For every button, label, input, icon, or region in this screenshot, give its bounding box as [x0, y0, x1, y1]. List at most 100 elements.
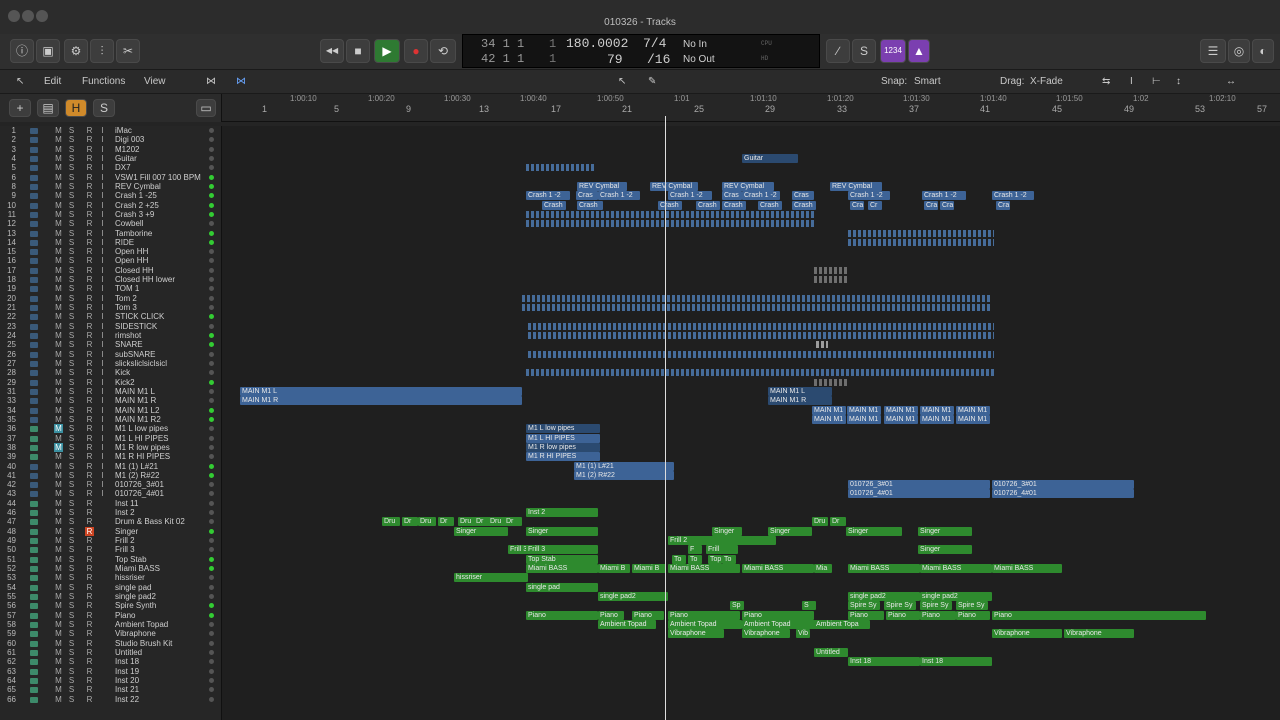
back-arrow-icon[interactable]: ↖ — [16, 76, 24, 87]
track-row[interactable]: 62 M S R Inst 18 — [0, 657, 222, 666]
track-row[interactable]: 3 M S R I M1202 — [0, 145, 222, 154]
track-s-button[interactable]: S — [67, 601, 76, 610]
track-row[interactable]: 22 M S R I STICK CLICK — [0, 312, 222, 321]
track-r-button[interactable]: R — [85, 191, 94, 200]
track-row[interactable]: 31 M S R I MAIN M1 L — [0, 387, 222, 396]
track-m-button[interactable]: M — [54, 331, 63, 340]
track-row[interactable]: 18 M S R I Closed HH lower — [0, 275, 222, 284]
track-row[interactable]: 1 M S R IiMac — [0, 126, 222, 135]
track-r-button[interactable]: R — [85, 229, 94, 238]
track-r-button[interactable]: R — [85, 592, 94, 601]
lcd-display[interactable]: 34 1 1 1 42 1 1 1 180.0002 79 7/4 /16 No… — [462, 34, 820, 68]
track-m-button[interactable]: M — [54, 378, 63, 387]
track-row[interactable]: 5 M S R I DX7 — [0, 163, 222, 172]
region[interactable]: To — [672, 554, 686, 564]
track-m-button[interactable]: M — [54, 312, 63, 321]
midi-notes-strip[interactable] — [526, 369, 996, 377]
region[interactable]: REV Cymbal — [722, 181, 774, 191]
track-r-button[interactable]: R — [85, 173, 94, 182]
midi-notes-strip[interactable] — [528, 322, 994, 330]
region[interactable]: M1 (1) L#21 — [574, 461, 674, 471]
track-s-button[interactable]: S — [67, 331, 76, 340]
region[interactable]: Top — [708, 554, 722, 564]
track-s-button[interactable]: S — [67, 284, 76, 293]
track-row[interactable]: 58 M S R Ambient Topad — [0, 620, 222, 629]
track-i-button[interactable]: I — [98, 173, 107, 182]
track-m-button[interactable]: M — [54, 340, 63, 349]
track-s-button[interactable]: S — [67, 555, 76, 564]
track-m-button[interactable]: M — [54, 639, 63, 648]
track-r-button[interactable]: R — [85, 620, 94, 629]
track-r-button[interactable]: R — [85, 294, 94, 303]
track-r-button[interactable]: R — [85, 126, 94, 135]
track-s-button[interactable]: S — [67, 657, 76, 666]
track-i-button[interactable]: I — [98, 126, 107, 135]
track-m-button[interactable]: M — [54, 601, 63, 610]
midi-notes-strip[interactable] — [526, 164, 596, 172]
region[interactable]: Piano — [886, 610, 920, 620]
track-m-button[interactable]: M — [54, 256, 63, 265]
region[interactable]: MAIN M1 — [812, 405, 846, 415]
track-i-button[interactable]: I — [98, 182, 107, 191]
region[interactable]: Crash 1 -2 — [922, 191, 966, 201]
region[interactable]: Crash 1 -2 — [668, 191, 712, 201]
track-r-button[interactable]: R — [85, 340, 94, 349]
track-s-button[interactable]: S — [67, 676, 76, 685]
region[interactable]: Inst 18 — [920, 657, 992, 667]
track-i-button[interactable]: I — [98, 378, 107, 387]
track-s-button[interactable]: S — [67, 256, 76, 265]
track-m-button[interactable]: M — [54, 657, 63, 666]
track-s-button[interactable]: S — [67, 368, 76, 377]
region[interactable]: Miami BASS — [742, 564, 814, 574]
region[interactable]: hissriser — [454, 573, 528, 583]
track-r-button[interactable]: R — [85, 508, 94, 517]
track-i-button[interactable]: I — [98, 489, 107, 498]
track-s-button[interactable]: S — [67, 145, 76, 154]
track-m-button[interactable]: M — [54, 499, 63, 508]
track-s-button[interactable]: S — [67, 620, 76, 629]
track-s-button[interactable]: S — [67, 667, 76, 676]
region[interactable]: REV Cymbal — [577, 181, 627, 191]
region[interactable]: MAIN M1 L — [768, 386, 832, 396]
region[interactable]: MAIN M1 — [884, 405, 918, 415]
midi-notes-strip[interactable] — [814, 378, 848, 386]
region[interactable]: Sp — [730, 601, 744, 611]
track-s-button[interactable]: S — [67, 229, 76, 238]
region[interactable]: single pad — [526, 582, 598, 592]
track-s-button[interactable]: S — [67, 480, 76, 489]
region[interactable]: Singer — [918, 526, 972, 536]
track-m-button[interactable]: M — [54, 350, 63, 359]
region[interactable]: Spire Sy — [956, 601, 988, 611]
track-m-button[interactable]: M — [54, 545, 63, 554]
track-m-button[interactable]: M — [54, 685, 63, 694]
region[interactable]: Piano — [848, 610, 884, 620]
region[interactable]: Inst 2 — [526, 508, 598, 518]
cycle-button[interactable]: ⟲ — [430, 39, 456, 63]
track-r-button[interactable]: R — [85, 359, 94, 368]
track-m-button[interactable]: M — [54, 396, 63, 405]
track-r-button[interactable]: R — [85, 443, 94, 452]
region[interactable]: Vibraphone — [992, 629, 1062, 639]
track-r-button[interactable]: R — [85, 517, 94, 526]
track-m-button[interactable]: M — [54, 480, 63, 489]
track-m-button[interactable]: M — [54, 695, 63, 704]
track-s-button[interactable]: S — [67, 247, 76, 256]
edit-menu[interactable]: Edit — [44, 76, 61, 87]
track-r-button[interactable]: R — [85, 499, 94, 508]
minimize-window-button[interactable] — [22, 10, 34, 22]
track-r-button[interactable]: R — [85, 434, 94, 443]
track-s-button[interactable]: S — [67, 163, 76, 172]
region[interactable]: Miami B — [632, 564, 666, 574]
track-r-button[interactable]: R — [85, 135, 94, 144]
region[interactable]: Dru — [418, 517, 436, 527]
track-m-button[interactable]: M — [54, 611, 63, 620]
track-i-button[interactable]: I — [98, 191, 107, 200]
list-editors-button[interactable]: ☰ — [1200, 39, 1226, 63]
region[interactable]: F — [688, 545, 702, 555]
track-row[interactable]: 36 M S R I M1 L low pipes — [0, 424, 222, 434]
region[interactable]: Singer — [454, 526, 508, 536]
region[interactable]: Vib — [796, 629, 810, 639]
track-i-button[interactable]: I — [98, 434, 107, 443]
track-r-button[interactable]: R — [85, 685, 94, 694]
track-r-button[interactable]: R — [85, 210, 94, 219]
